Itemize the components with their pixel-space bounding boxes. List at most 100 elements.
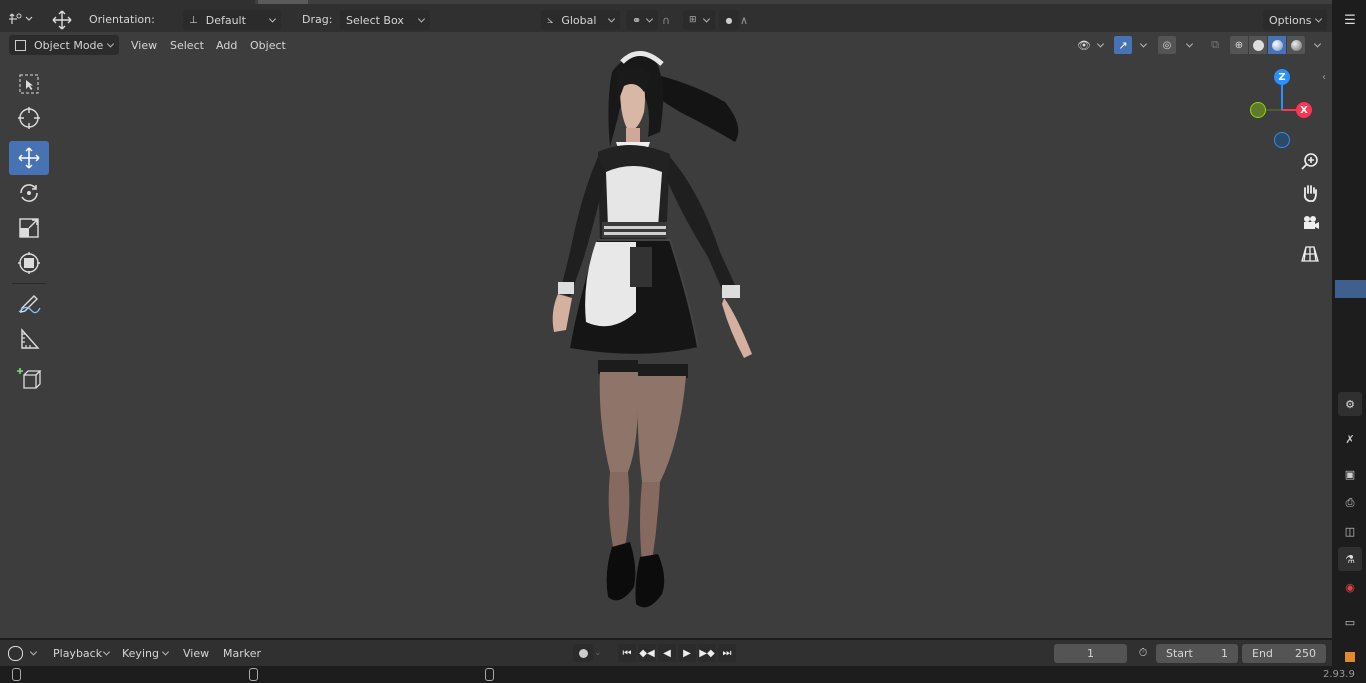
image-stack-icon: ◫: [1344, 524, 1356, 538]
start-label: Start: [1166, 647, 1193, 660]
proportional-edit-toggle[interactable]: ●: [719, 10, 739, 30]
keying-set-dropdown[interactable]: ⌄: [594, 644, 610, 662]
falloff-dropdown[interactable]: ∧: [740, 10, 770, 30]
tool-annotate[interactable]: [9, 287, 49, 321]
x-axis-handle[interactable]: X: [1296, 102, 1312, 118]
transform-orientation-value: Global: [561, 13, 597, 27]
play-button[interactable]: ▶: [678, 644, 696, 662]
neg-z-axis-handle[interactable]: [1274, 132, 1290, 148]
material-sphere-icon: [1271, 39, 1283, 51]
tool-measure[interactable]: [9, 322, 49, 356]
status-mouse-right-icon: [485, 668, 494, 681]
scale-icon: [19, 218, 39, 238]
drag-dropdown[interactable]: Select Box: [340, 10, 430, 30]
visibility-dropdown[interactable]: 👁: [1077, 35, 1109, 55]
shading-material[interactable]: [1268, 36, 1286, 54]
sidebar-collapse-arrow[interactable]: ‹: [1322, 72, 1326, 83]
shading-options-dropdown[interactable]: [1306, 35, 1326, 55]
xray-icon: ⧉: [1211, 38, 1219, 51]
tool-cursor[interactable]: [9, 101, 49, 135]
active-workspace-tab[interactable]: [258, 0, 308, 4]
shading-solid[interactable]: [1249, 36, 1267, 54]
clock-editor-icon: [8, 645, 23, 661]
outliner-editor-button[interactable]: ☰: [1338, 8, 1362, 32]
xray-toggle[interactable]: ⧉: [1205, 35, 1225, 55]
properties-editor-button[interactable]: ⚙: [1338, 392, 1362, 416]
grid-view-icon: [1301, 246, 1319, 262]
keying-menu[interactable]: Keying: [116, 643, 174, 663]
timeline-editor-type[interactable]: [8, 643, 42, 663]
next-keyframe-button[interactable]: ▶◆: [698, 644, 716, 662]
shading-wireframe[interactable]: ⊕: [1230, 36, 1248, 54]
orientation-icon: ⊥: [189, 14, 198, 26]
render-properties-tab[interactable]: ▣: [1338, 462, 1362, 486]
start-frame-field[interactable]: Start 1: [1156, 644, 1238, 663]
orientation-dropdown[interactable]: ⊥ Default: [183, 10, 281, 30]
options-dropdown[interactable]: Options: [1263, 10, 1327, 30]
end-value: 250: [1295, 647, 1316, 660]
collection-properties-tab[interactable]: ▭: [1338, 610, 1362, 634]
move-tool-header-icon[interactable]: [50, 8, 76, 32]
wrench-screwdriver-icon: ✗: [1345, 432, 1355, 446]
transform-orientation-dropdown[interactable]: ⦣ Global: [541, 10, 620, 30]
tool-add-cube[interactable]: [9, 362, 49, 396]
playback-menu[interactable]: Playback: [47, 643, 115, 663]
view-layer-properties-tab[interactable]: ◫: [1338, 519, 1362, 543]
pan-button[interactable]: [1297, 180, 1323, 206]
menu-select[interactable]: Select: [165, 35, 209, 55]
output-properties-tab[interactable]: ⎙: [1338, 491, 1362, 515]
object-properties-tab[interactable]: [1338, 645, 1362, 669]
perspective-toggle-button[interactable]: [1297, 241, 1323, 267]
options-label: Options: [1269, 13, 1312, 27]
snap-target-dropdown[interactable]: ⊞: [683, 10, 715, 30]
end-frame-field[interactable]: End 250: [1242, 644, 1326, 663]
hand-icon: [1303, 185, 1317, 202]
neg-y-axis-handle[interactable]: [1250, 102, 1266, 118]
jump-end-icon: ⏭: [722, 647, 732, 659]
menu-object[interactable]: Object: [245, 35, 291, 55]
menu-view[interactable]: View: [126, 35, 162, 55]
navigation-gizmo[interactable]: Z X: [1245, 65, 1325, 155]
keying-set-icon: ⌄: [594, 648, 602, 658]
tool-scale[interactable]: [9, 211, 49, 245]
wireframe-icon: ⊕: [1234, 39, 1244, 51]
jump-start-button[interactable]: ⏮: [618, 644, 636, 662]
play-reverse-button[interactable]: ◀: [658, 644, 676, 662]
zoom-button[interactable]: [1297, 149, 1323, 175]
world-properties-tab[interactable]: ◉: [1338, 575, 1362, 599]
use-preview-range-toggle[interactable]: ⏱: [1133, 643, 1153, 663]
editor-type-button[interactable]: [8, 9, 40, 29]
start-value: 1: [1221, 647, 1228, 660]
keying-menu-label: Keying: [122, 646, 159, 660]
scene-properties-tab[interactable]: ⚗: [1338, 547, 1362, 571]
record-dot-icon: [578, 648, 588, 658]
tool-rotate[interactable]: [9, 176, 49, 210]
overlays-toggle[interactable]: ◎: [1158, 35, 1198, 55]
mode-dropdown[interactable]: Object Mode: [9, 35, 119, 55]
auto-keying-toggle[interactable]: [573, 644, 593, 662]
play-reverse-icon: ◀: [663, 647, 671, 659]
maid-character-model[interactable]: [540, 42, 780, 612]
move-icon: [18, 147, 40, 169]
snap-toggle[interactable]: ∩: [662, 10, 682, 30]
status-mouse-middle-icon: [249, 668, 258, 681]
menu-select-label: Select: [170, 38, 204, 52]
tool-select-box[interactable]: [9, 67, 49, 101]
render-camera-icon: ▣: [1344, 467, 1356, 481]
marker-menu[interactable]: Marker: [218, 643, 266, 663]
tool-properties-tab[interactable]: ✗: [1338, 427, 1362, 451]
gizmo-icon: ↗: [1114, 36, 1132, 54]
pivot-point-dropdown[interactable]: ⚭: [626, 10, 658, 30]
tool-move[interactable]: [9, 141, 49, 175]
timeline-view-menu[interactable]: View: [178, 643, 214, 663]
tool-transform[interactable]: [9, 246, 49, 280]
menu-add[interactable]: Add: [211, 35, 242, 55]
prev-keyframe-button[interactable]: ◆◀: [638, 644, 656, 662]
workspace-tabs-strip: [255, 0, 1335, 4]
jump-end-button[interactable]: ⏭: [718, 644, 736, 662]
z-axis-handle[interactable]: Z: [1274, 69, 1290, 85]
current-frame-field[interactable]: 1: [1054, 644, 1127, 663]
gizmo-toggle[interactable]: ↗: [1114, 35, 1152, 55]
camera-view-button[interactable]: [1297, 210, 1323, 236]
shading-rendered[interactable]: [1287, 36, 1305, 54]
